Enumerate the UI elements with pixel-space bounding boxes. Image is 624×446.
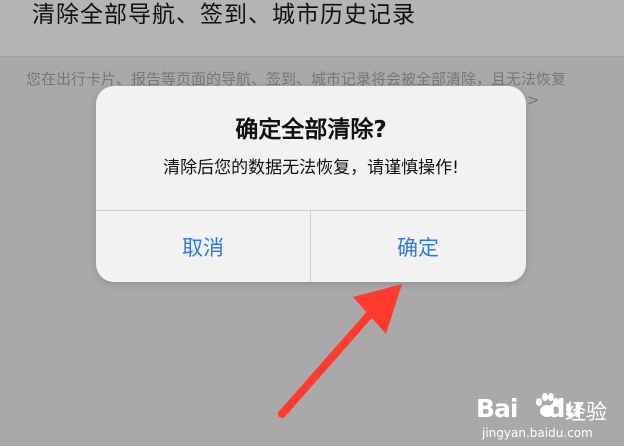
page-title: 清除全部导航、签到、城市历史记录	[32, 2, 416, 28]
header-bar: 清除全部导航、签到、城市历史记录	[0, 0, 624, 57]
cancel-button[interactable]: 取消	[96, 211, 310, 282]
baidu-watermark: Bai du 经验 jingyan.baidu.com	[470, 392, 620, 446]
paw-icon	[536, 393, 559, 417]
confirm-button[interactable]: 确定	[311, 211, 525, 282]
chevron-right-icon: >	[527, 91, 540, 109]
dialog-message: 清除后您的数据无法恢复，请谨慎操作!	[163, 158, 459, 178]
watermark-url: jingyan.baidu.com	[482, 426, 593, 440]
confirm-dialog: 确定全部清除? 清除后您的数据无法恢复，请谨慎操作! 取消 确定	[96, 86, 526, 282]
dialog-title: 确定全部清除?	[235, 117, 387, 143]
watermark-text: 经验	[565, 400, 607, 424]
